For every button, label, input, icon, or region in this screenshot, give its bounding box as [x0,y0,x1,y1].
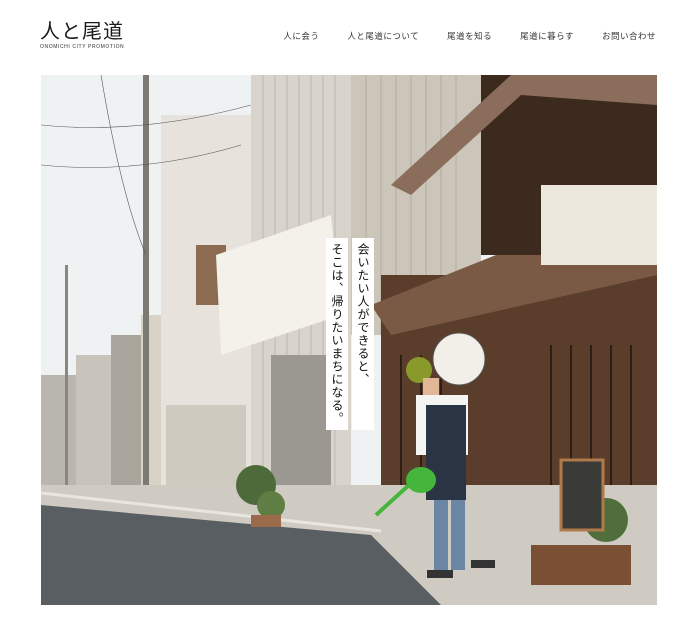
site-logo[interactable]: 人と尾道 ONOMICHI CITY PROMOTION [40,20,124,50]
nav-item-know-onomichi[interactable]: 尾道を知る [447,30,492,42]
main-nav: 人に会う 人と尾道について 尾道を知る 尾道に暮らす お問い合わせ [283,30,656,42]
nav-item-live-in-onomichi[interactable]: 尾道に暮らす [520,30,574,42]
nav-item-about[interactable]: 人と尾道について [347,30,419,42]
logo-title: 人と尾道 [40,19,124,43]
nav-item-contact[interactable]: お問い合わせ [602,30,656,42]
logo-subtitle: ONOMICHI CITY PROMOTION [40,44,125,50]
tagline-line-1: 会いたい人ができると、 [352,238,374,430]
nav-item-meet-people[interactable]: 人に会う [283,30,319,42]
hero-tagline: 会いたい人ができると、 そこは、帰りたいまちになる。 [326,238,374,430]
tagline-line-2: そこは、帰りたいまちになる。 [326,238,348,430]
